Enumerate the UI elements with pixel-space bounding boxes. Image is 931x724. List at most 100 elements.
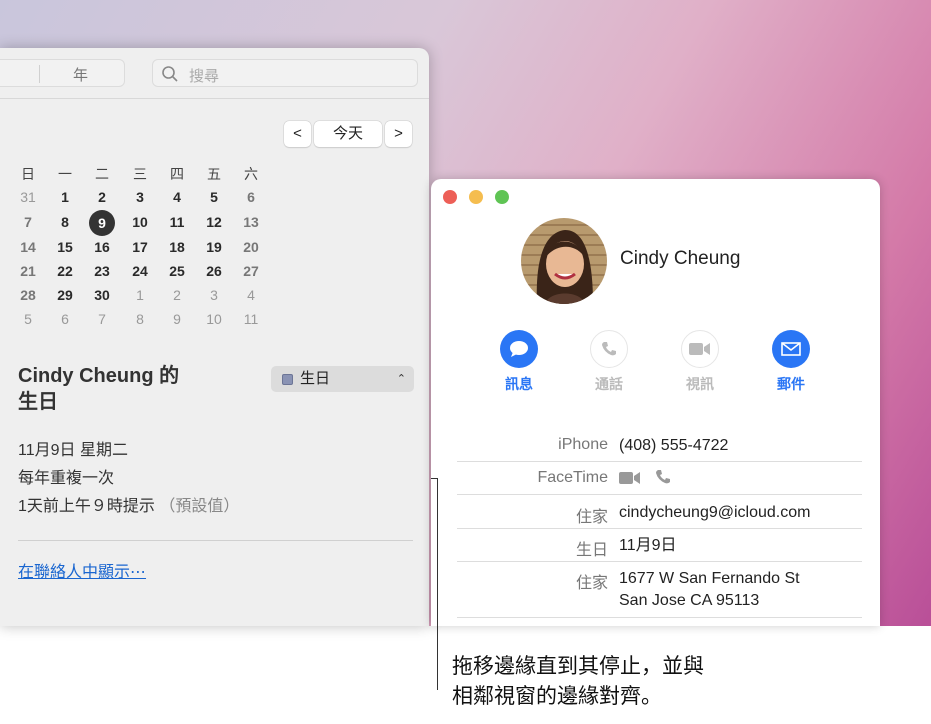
calendar-day[interactable]: 21 [13,263,43,279]
field-label: 住家 [575,575,608,592]
calendar-day[interactable]: 14 [13,239,43,255]
address-line: San Jose CA 95113 [619,592,760,609]
caption-line: 相鄰視窗的邊緣對齊。 [452,685,662,708]
event-repeat[interactable]: 每年重複一次 [18,464,114,488]
calendar-day[interactable]: 29 [50,287,80,303]
calendar-day[interactable]: 7 [13,214,43,230]
calendar-day[interactable]: 16 [87,239,117,255]
weekday-header: 六 [244,166,258,182]
calendar-day[interactable]: 2 [87,189,117,205]
mail-label: 郵件 [777,376,805,392]
calendar-popup[interactable]: 生日 ⌃ [271,366,414,392]
weekday-header: 三 [133,166,147,182]
calendar-day[interactable]: 2 [162,287,192,303]
view-year-button[interactable]: 年 [73,64,88,85]
event-alert[interactable]: 1天前上午９時提示 （預設值） [18,492,239,516]
alert-text: 1天前上午９時提示 [18,498,155,515]
calendar-day[interactable]: 8 [50,214,80,230]
calendar-day[interactable]: 1 [50,189,80,205]
event-title[interactable]: Cindy Cheung 的生日 [18,363,179,415]
calendar-day[interactable]: 5 [199,189,229,205]
address-line: 1677 W San Fernando St [619,570,800,587]
facetime-video-icon[interactable] [619,471,641,485]
calendar-day[interactable]: 5 [13,311,43,327]
message-icon [510,341,528,357]
calendar-day[interactable]: 6 [50,311,80,327]
calendar-day[interactable]: 10 [125,214,155,230]
calendar-day[interactable]: 26 [199,263,229,279]
contact-window: Cindy Cheung 訊息 通話 視訊 郵件 iPhone (408) 55… [431,179,880,626]
calendar-day[interactable]: 7 [87,311,117,327]
calendar-day[interactable]: 30 [87,287,117,303]
calendar-day[interactable]: 10 [199,311,229,327]
calendar-day[interactable]: 27 [236,263,266,279]
birthday-value: 11月9日 [619,537,677,554]
calendar-day[interactable]: 22 [50,263,80,279]
mail-icon [781,342,801,356]
weekday-header: 五 [207,166,221,182]
field-label: 住家 [575,509,608,526]
phone-value[interactable]: (408) 555-4722 [619,435,728,457]
mail-button[interactable] [772,330,810,368]
close-button[interactable] [443,190,457,204]
calendar-day[interactable]: 18 [162,239,192,255]
toolbar: 年 搜尋 [0,48,429,99]
search-placeholder: 搜尋 [189,68,220,85]
avatar [521,218,607,304]
calendar-day[interactable]: 4 [162,189,192,205]
video-label: 視訊 [686,376,714,392]
caption: 拖移邊緣直到其停止，並與 相鄰視窗的邊緣對齊。 [452,652,704,712]
next-month-button[interactable]: > [385,121,412,147]
video-icon [689,343,710,355]
field-label: iPhone [558,436,608,453]
event-title-line: Cindy Cheung 的 [18,365,180,387]
divider [457,494,862,495]
call-button[interactable] [590,330,628,368]
calendar-day[interactable]: 24 [125,263,155,279]
calendar-day[interactable]: 6 [236,189,266,205]
contact-name: Cindy Cheung [620,248,741,269]
calendar-day[interactable]: 3 [125,189,155,205]
calendar-day[interactable]: 13 [236,214,266,230]
zoom-button[interactable] [495,190,509,204]
calendar-day[interactable]: 23 [87,263,117,279]
field-label: FaceTime [537,469,608,486]
calendar-day[interactable]: 28 [13,287,43,303]
message-button[interactable] [500,330,538,368]
callout-line [431,478,438,690]
search-input[interactable]: 搜尋 [152,59,418,87]
calendar-day[interactable]: 8 [125,311,155,327]
calendar-day[interactable]: 25 [162,263,192,279]
minimize-button[interactable] [469,190,483,204]
today-button[interactable]: 今天 [314,121,382,147]
calendar-day[interactable]: 19 [199,239,229,255]
email-value[interactable]: cindycheung9@icloud.com [619,502,810,524]
calendar-day[interactable]: 17 [125,239,155,255]
view-segmented-control[interactable]: 年 [0,59,125,87]
facetime-actions [619,469,671,492]
weekday-header: 一 [58,166,72,182]
call-label: 通話 [595,376,623,392]
calendar-day[interactable]: 9 [89,210,115,236]
divider [18,540,413,541]
calendar-day[interactable]: 11 [162,214,192,230]
show-in-contacts-link[interactable]: 在聯絡人中顯示⋯ [18,558,146,582]
calendar-day[interactable]: 20 [236,239,266,255]
calendar-day[interactable]: 15 [50,239,80,255]
calendar-day[interactable]: 3 [199,287,229,303]
alert-note: （預設值） [159,498,240,515]
calendar-day[interactable]: 1 [125,287,155,303]
divider [39,65,40,83]
prev-month-button[interactable]: < [284,121,311,147]
address-value[interactable]: 1677 W San Fernando St San Jose CA 95113 [619,568,800,612]
divider [457,561,862,562]
phone-icon [602,342,616,356]
calendar-day[interactable]: 11 [236,311,266,327]
video-button[interactable] [681,330,719,368]
facetime-audio-icon[interactable] [655,469,671,485]
calendar-day[interactable]: 9 [162,311,192,327]
calendar-color-swatch [282,374,293,385]
calendar-day[interactable]: 31 [13,189,43,205]
calendar-day[interactable]: 12 [199,214,229,230]
calendar-day[interactable]: 4 [236,287,266,303]
